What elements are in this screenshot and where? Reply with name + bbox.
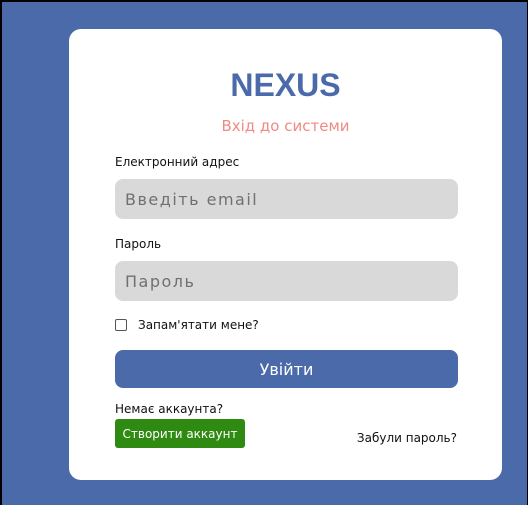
no-account-text: Немає аккаунта? — [115, 402, 224, 416]
page-subtitle: Вхід до системи — [221, 117, 350, 135]
password-label: Пароль — [115, 237, 162, 251]
email-field[interactable]: Введіть email — [115, 179, 458, 219]
page-background: NEXUS Вхід до системи Електронний адрес … — [0, 0, 528, 505]
remember-label: Запам'ятати мене? — [138, 318, 259, 332]
remember-me-row[interactable]: Запам'ятати мене? — [115, 318, 259, 332]
login-card: NEXUS Вхід до системи Електронний адрес … — [69, 29, 502, 480]
forgot-password-link[interactable]: Забули пароль? — [357, 431, 457, 445]
login-button[interactable]: Увійти — [115, 350, 458, 388]
remember-checkbox[interactable] — [115, 319, 127, 331]
email-label: Електронний адрес — [115, 155, 240, 169]
brand-title: NEXUS — [230, 67, 341, 103]
create-account-button[interactable]: Створити аккаунт — [115, 419, 245, 448]
password-field[interactable]: Пароль — [115, 261, 458, 301]
